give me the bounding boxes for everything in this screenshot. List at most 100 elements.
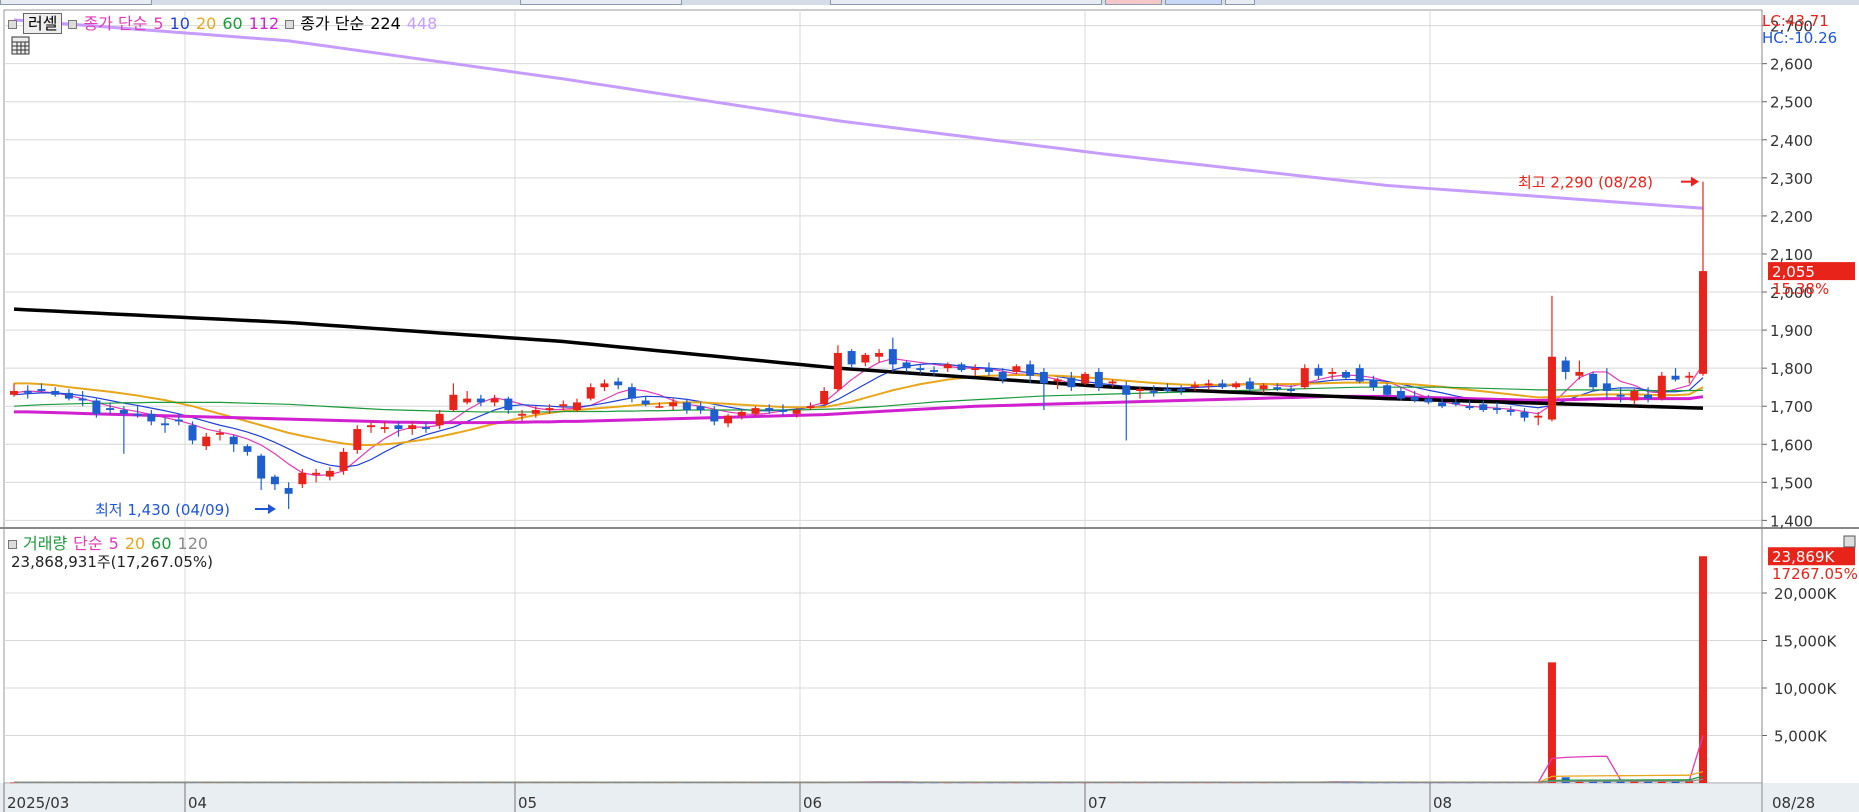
- candle-body: [339, 451, 348, 471]
- legend-toggle-icon[interactable]: [285, 20, 295, 29]
- candle-body: [751, 408, 760, 414]
- volume-panel[interactable]: [3, 527, 1763, 784]
- price-tick-label: 2,300: [1770, 170, 1813, 188]
- ma-period-112[interactable]: 112: [249, 14, 280, 33]
- candle-body: [298, 472, 307, 485]
- high-annotation: 최고 2,290 (08/28): [1518, 174, 1653, 192]
- price-tick-label: 1,900: [1770, 322, 1813, 340]
- candle-body: [1493, 408, 1502, 411]
- candle-body: [1273, 387, 1282, 390]
- change-percent: 15.38%: [1772, 280, 1829, 298]
- ma-period-224[interactable]: 224: [370, 14, 401, 33]
- candle-body: [1616, 394, 1625, 397]
- lc-readout: LC:43.71: [1762, 12, 1829, 30]
- candle-body: [1245, 381, 1254, 390]
- price-tick-label: 2,500: [1770, 94, 1813, 112]
- candle-body: [573, 402, 581, 411]
- ma-period-5[interactable]: 5: [153, 14, 163, 33]
- candle-body: [682, 402, 691, 411]
- candle-body: [1259, 385, 1268, 390]
- candle-body: [531, 410, 540, 414]
- candle-body: [1506, 410, 1515, 412]
- candle-body: [23, 390, 32, 393]
- volume-panel-border: [3, 527, 1763, 784]
- volume-value-text: 23,868,931주(17,267.05%): [11, 553, 213, 571]
- candle-body: [833, 352, 842, 390]
- candle-body: [586, 387, 595, 399]
- legend-toggle-icon[interactable]: [68, 20, 78, 29]
- ma-line-448: [13, 18, 1704, 210]
- candle-body: [463, 398, 472, 403]
- candle-body: [1369, 379, 1378, 388]
- candle-body: [1396, 390, 1405, 399]
- russell-button[interactable]: 러셀: [23, 13, 63, 34]
- price-panel-border: [3, 9, 1763, 529]
- candle-body: [1644, 394, 1653, 399]
- candle-body: [614, 381, 623, 386]
- candle-body: [875, 352, 884, 357]
- x-tick-label: 06: [803, 794, 822, 812]
- candle-body: [1685, 375, 1694, 378]
- ma-label: 종가 단순: [83, 14, 148, 33]
- candle-body: [943, 364, 952, 369]
- candle-body: [1136, 389, 1144, 391]
- candle-body: [820, 390, 829, 405]
- candle-body: [174, 419, 183, 422]
- volume-tick-label: 20,000K: [1774, 585, 1837, 603]
- candle-body: [998, 371, 1007, 380]
- candle-body: [202, 436, 211, 447]
- candle-body: [64, 392, 73, 399]
- candle-body: [861, 354, 870, 363]
- candle-body: [1204, 383, 1213, 386]
- candle-body: [1410, 396, 1419, 401]
- legend-toggle-icon[interactable]: [8, 20, 17, 29]
- ma-period-10[interactable]: 10: [170, 14, 190, 33]
- candle-body: [284, 488, 293, 494]
- candle-body: [1300, 368, 1309, 388]
- candle-body: [106, 408, 115, 411]
- volume-tick-label: 5,000K: [1774, 728, 1828, 746]
- candle-body: [1122, 385, 1131, 395]
- candle-body: [215, 432, 224, 435]
- candle-body: [641, 400, 650, 405]
- price-tick-label: 2,600: [1770, 56, 1813, 74]
- candle-body: [476, 398, 485, 403]
- volume-percent: 17267.05%: [1772, 565, 1858, 583]
- candle-body: [1465, 406, 1474, 409]
- candle-body: [119, 410, 128, 414]
- candle-body: [380, 427, 389, 430]
- ma-period-20[interactable]: 20: [196, 14, 216, 33]
- price-tick-label: 2,200: [1770, 208, 1813, 226]
- ma-line-20: [14, 374, 1704, 447]
- candle-body: [367, 425, 376, 428]
- ma-period-448[interactable]: 448: [407, 14, 438, 33]
- price-tick-label: 2,400: [1770, 132, 1813, 150]
- candle-body: [1383, 385, 1392, 395]
- x-tick-label: 08: [1433, 794, 1452, 812]
- stock-chart[interactable]: 1,4001,5001,6001,7001,8001,9002,0002,100…: [0, 5, 1859, 812]
- price-tick-label: 1,400: [1770, 512, 1813, 530]
- candle-body: [1094, 371, 1103, 388]
- table-grid-icon[interactable]: [11, 36, 30, 55]
- candle-body: [257, 455, 266, 479]
- candle-body: [1012, 366, 1021, 372]
- candle-body: [1287, 389, 1296, 391]
- price-tick-label: 1,500: [1770, 474, 1813, 492]
- price-tick-label: 1,800: [1770, 360, 1813, 378]
- candle-body: [1671, 375, 1680, 380]
- legend-toggle-icon[interactable]: [8, 540, 17, 549]
- candle-body: [188, 425, 197, 441]
- ma-period-60[interactable]: 60: [222, 14, 242, 33]
- candle-body: [1438, 402, 1447, 407]
- price-panel[interactable]: [3, 9, 1763, 783]
- long-ma-label: 종가 단순: [300, 14, 365, 33]
- candle-body: [984, 368, 993, 372]
- candle-body: [888, 349, 897, 365]
- volume-panel-close-icon: [1843, 535, 1856, 548]
- candle-body: [696, 406, 705, 411]
- current-price-value: 2,055: [1772, 263, 1815, 281]
- candle-body: [518, 413, 527, 416]
- candle-body: [10, 390, 18, 395]
- candle-body: [1081, 373, 1090, 384]
- candle-body: [1561, 360, 1570, 372]
